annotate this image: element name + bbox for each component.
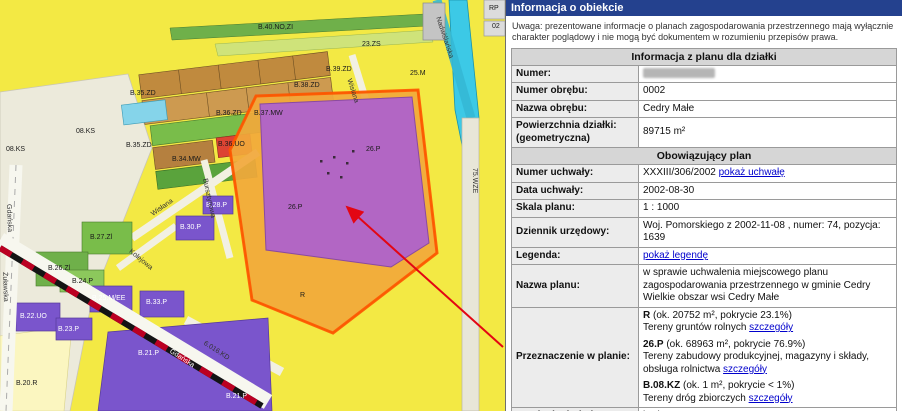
building-block xyxy=(423,3,445,40)
zone-b27zl[interactable] xyxy=(82,222,132,254)
table-row: Numer uchwały: XXXIII/306/2002 pokaż uch… xyxy=(512,165,897,183)
land-use-entry: R (ok. 20752 m², pokrycie 23.1%) Tereny … xyxy=(643,310,892,335)
section-header-row: Obowiązujący plan xyxy=(512,148,897,165)
row-label-uchwala: Numer uchwały: xyxy=(512,165,639,183)
land-use-info: (ok. 1 m², pokrycie < 1%) xyxy=(680,380,794,391)
table-row: Ustalenia dodatkowe: brak xyxy=(512,408,897,411)
land-use-desc: Tereny gruntów rolnych xyxy=(643,322,749,333)
table-row: Nazwa obrębu: Cedry Małe xyxy=(512,100,897,118)
zone-rp xyxy=(484,0,505,19)
land-use-code: B.08.KZ xyxy=(643,380,680,391)
row-label-powierzchnia: Powierzchnia działki: (geometryczna) xyxy=(512,118,639,148)
row-label-skala: Skala planu: xyxy=(512,200,639,218)
table-row: Przeznaczenie w planie: R (ok. 20752 m²,… xyxy=(512,307,897,408)
panel-title: Informacja o obiekcie xyxy=(511,2,623,14)
table-row: Powierzchnia działki: (geometryczna) 897… xyxy=(512,118,897,148)
land-use-entry: B.08.KZ (ok. 1 m², pokrycie < 1%) Tereny… xyxy=(643,380,892,405)
table-row: Dziennik urzędowy: Woj. Pomorskiego z 20… xyxy=(512,217,897,247)
zone-02 xyxy=(484,21,505,36)
table-row: Legenda: pokaż legendę xyxy=(512,247,897,265)
show-resolution-link[interactable]: pokaż uchwałę xyxy=(719,167,785,178)
powierzchnia-label-line2: (geometryczna) xyxy=(516,133,634,146)
gis-application-window: B.40.NO,ZI23.ZSB.39.ZDB.38.ZDB.35.ZDB.36… xyxy=(0,0,903,411)
info-panel: Informacja o obiekcie Uwaga: prezentowan… xyxy=(505,0,902,411)
table-row: Nazwa planu: w sprawie uchwalenia miejsc… xyxy=(512,265,897,308)
row-value-skala: 1 : 1000 xyxy=(639,200,897,218)
row-label-data-uchwaly: Data uchwały: xyxy=(512,182,639,200)
panel-body: Uwaga: prezentowane informacje o planach… xyxy=(506,16,902,411)
notice-text: Uwaga: prezentowane informacje o planach… xyxy=(512,21,896,43)
row-label-przeznaczenie: Przeznaczenie w planie: xyxy=(512,307,639,408)
row-label-numer: Numer: xyxy=(512,65,639,83)
land-use-info: (ok. 68963 m², pokrycie 76.9%) xyxy=(664,339,806,350)
land-use-info: (ok. 20752 m², pokrycie 23.1%) xyxy=(650,310,792,321)
details-link[interactable]: szczegóły xyxy=(723,364,767,375)
show-legend-link[interactable]: pokaż legendę xyxy=(643,250,708,261)
details-link[interactable]: szczegóły xyxy=(749,393,793,404)
section-title-plan: Obowiązujący plan xyxy=(512,148,897,165)
panel-title-bar[interactable]: Informacja o obiekcie xyxy=(506,0,902,16)
table-row: Skala planu: 1 : 1000 xyxy=(512,200,897,218)
zone-26p-industrial[interactable] xyxy=(260,97,429,267)
powierzchnia-label-line1: Powierzchnia działki: xyxy=(516,120,634,133)
row-value-ustalenia: brak xyxy=(639,408,897,411)
row-label-numer-obrebu: Numer obrębu: xyxy=(512,83,639,101)
street-right-vertical xyxy=(462,118,479,411)
row-value-przeznaczenie: R (ok. 20752 m², pokrycie 23.1%) Tereny … xyxy=(639,307,897,408)
row-value-powierzchnia: 89715 m² xyxy=(639,118,897,148)
land-use-code: 26.P xyxy=(643,339,664,350)
table-row: Numer: xyxy=(512,65,897,83)
row-value-nazwa-obrebu: Cedry Małe xyxy=(639,100,897,118)
row-value-dziennik: Woj. Pomorskiego z 2002-11-08 , numer: 7… xyxy=(639,217,897,247)
land-use-entry: 26.P (ok. 68963 m², pokrycie 76.9%) Tere… xyxy=(643,339,892,377)
table-row: Data uchwały: 2002-08-30 xyxy=(512,182,897,200)
row-label-dziennik: Dziennik urzędowy: xyxy=(512,217,639,247)
row-label-nazwa-obrebu: Nazwa obrębu: xyxy=(512,100,639,118)
section-title-plot: Informacja z planu dla działki xyxy=(512,48,897,65)
row-value-legenda: pokaż legendę xyxy=(639,247,897,265)
section-header-row: Informacja z planu dla działki xyxy=(512,48,897,65)
map-viewport[interactable]: B.40.NO,ZI23.ZSB.39.ZDB.38.ZDB.35.ZDB.36… xyxy=(0,0,505,411)
row-value-nazwa-planu: w sprawie uchwalenia miejscowego planu z… xyxy=(639,265,897,308)
row-label-nazwa-planu: Nazwa planu: xyxy=(512,265,639,308)
details-link[interactable]: szczegóły xyxy=(749,322,793,333)
land-use-desc: Tereny dróg zbiorczych xyxy=(643,393,749,404)
row-value-data-uchwaly: 2002-08-30 xyxy=(639,182,897,200)
map-canvas[interactable] xyxy=(0,0,505,411)
row-label-ustalenia: Ustalenia dodatkowe: xyxy=(512,408,639,411)
uchwala-number: XXXIII/306/2002 xyxy=(643,167,716,178)
row-value-numer-obrebu: 0002 xyxy=(639,83,897,101)
info-table: Informacja z planu dla działki Numer: Nu… xyxy=(511,48,897,411)
parcel-number-redacted xyxy=(643,68,715,78)
row-label-legenda: Legenda: xyxy=(512,247,639,265)
row-value-uchwala: XXXIII/306/2002 pokaż uchwałę xyxy=(639,165,897,183)
row-value-numer xyxy=(639,65,897,83)
table-row: Numer obrębu: 0002 xyxy=(512,83,897,101)
